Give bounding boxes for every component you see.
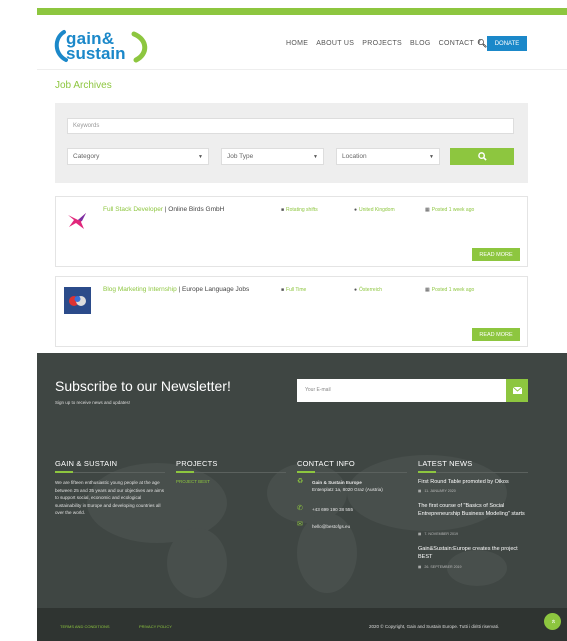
nav-home[interactable]: HOME [286, 40, 308, 47]
briefcase-icon: ■ [281, 287, 285, 293]
terms-link[interactable]: TERMS AND CONDITIONS [60, 624, 110, 629]
privacy-policy-link[interactable]: PRIVACY POLICY [139, 624, 172, 629]
news-item-title[interactable]: The first course of "Basics of Social En… [418, 502, 533, 518]
job-type: ■ Full Time [281, 287, 306, 293]
footer-divider [176, 471, 286, 473]
calendar-icon: ▦ [418, 532, 422, 536]
mail-icon: ✉ [297, 521, 303, 528]
footer-projects-heading: PROJECTS [176, 459, 218, 468]
nav-contact[interactable]: CONTACT [439, 40, 474, 47]
job-location: ● Österreich [354, 287, 382, 293]
search-button[interactable] [450, 148, 514, 165]
contact-email[interactable]: hello@bestofgs.eu [312, 523, 350, 530]
copyright-text: 2020 © Copyright, Gain and Sustain Europ… [369, 624, 500, 629]
job-location: ● United Kingdom [354, 207, 395, 213]
briefcase-icon: ■ [281, 207, 285, 213]
job-listing-card: Full Stack Developer | Online Birds GmbH… [55, 196, 528, 267]
nav-blog[interactable]: BLOG [410, 40, 431, 47]
read-more-button[interactable]: READ MORE [472, 328, 520, 341]
newsletter-subtitle: Sign up to receive news and updates! [55, 400, 131, 405]
job-posted: ▦ Posted 1 week ago [425, 207, 474, 213]
job-location-label: Österreich [359, 287, 383, 293]
contact-org-name: Gain & Sustain Europe [312, 480, 362, 485]
news-item-date-label: 11. JANUARY 2020 [424, 489, 456, 493]
news-item-date: ▦ 26. SEPTEMBER 2019 [418, 565, 462, 569]
job-title: Full Stack Developer | Online Birds GmbH [103, 206, 225, 213]
job-type-label: Rotating shifts [286, 207, 318, 213]
job-type-select[interactable]: Job Type ▼ [221, 148, 324, 165]
magnifier-icon [477, 152, 487, 161]
calendar-icon: ▦ [418, 489, 422, 493]
news-item-date: ▦ 7. NOVEMBER 2019 [418, 532, 458, 536]
footer-divider [418, 471, 528, 473]
nav-about-us[interactable]: ABOUT US [316, 40, 354, 47]
calendar-icon: ▦ [425, 287, 430, 293]
job-title-link[interactable]: Full Stack Developer [103, 206, 163, 213]
company-logo-bird-icon[interactable] [64, 207, 91, 234]
job-type-select-value: Job Type [227, 153, 254, 160]
footer-project-link[interactable]: PROJECT BEST [176, 479, 210, 484]
company-logo-flags-icon[interactable] [64, 287, 91, 314]
contact-address: Gain & Sustain Europe Entenplatz 1a, 802… [312, 479, 383, 493]
newsletter-submit-button[interactable] [506, 379, 528, 402]
newsletter-email-input[interactable]: Your E-mail [297, 379, 506, 402]
chevron-up-icon: « [549, 619, 556, 624]
keywords-input[interactable]: Keywords [67, 118, 514, 134]
footer-about-heading: GAIN & SUSTAIN [55, 459, 118, 468]
news-item-title[interactable]: Gain&Sustain:Europe creates the project … [418, 545, 533, 561]
job-title: Blog Marketing Internship | Europe Langu… [103, 286, 250, 293]
footer-news-heading: LATEST NEWS [418, 459, 473, 468]
job-listing-card: Blog Marketing Internship | Europe Langu… [55, 276, 528, 347]
job-search-panel: Keywords Category ▼ Job Type ▼ Location … [55, 103, 528, 183]
contact-address-line: Entenplatz 1a, 8020 Graz (Austria) [312, 487, 383, 492]
footer-divider [55, 471, 165, 473]
donate-button[interactable]: DONATE [487, 36, 527, 51]
search-icon[interactable]: 🔍︎ [477, 39, 487, 48]
job-type: ■ Rotating shifts [281, 207, 318, 213]
calendar-icon: ▦ [418, 565, 422, 569]
chevron-down-icon: ▼ [198, 154, 203, 160]
header-divider [37, 69, 567, 70]
envelope-icon [512, 387, 522, 394]
location-select[interactable]: Location ▼ [336, 148, 440, 165]
map-pin-icon: ● [354, 287, 358, 293]
job-type-label: Full Time [286, 287, 307, 293]
job-company: Online Birds GmbH [168, 206, 225, 213]
nav-projects[interactable]: PROJECTS [362, 40, 402, 47]
job-location-label: United Kingdom [359, 207, 395, 213]
page-title: Job Archives [55, 80, 112, 91]
newsletter-title: Subscribe to our Newsletter! [55, 378, 231, 394]
site-footer: Subscribe to our Newsletter! Sign up to … [37, 353, 567, 608]
job-posted-label: Posted 1 week ago [431, 287, 475, 293]
chevron-down-icon: ▼ [313, 154, 318, 160]
footer-divider [297, 471, 407, 473]
top-accent-bar [37, 8, 567, 15]
location-select-value: Location [342, 153, 367, 160]
read-more-button[interactable]: READ MORE [472, 248, 520, 261]
news-item-date-label: 7. NOVEMBER 2019 [424, 532, 458, 536]
news-item-date-label: 26. SEPTEMBER 2019 [424, 565, 462, 569]
site-logo[interactable]: gain& sustain [52, 24, 152, 64]
footer-bottom-bar: TERMS AND CONDITIONS PRIVACY POLICY 2020… [37, 608, 567, 641]
footer-contact-heading: CONTACT INFO [297, 459, 355, 468]
news-item-date: ▦ 11. JANUARY 2020 [418, 489, 456, 493]
main-nav: HOME ABOUT US PROJECTS BLOG CONTACT [286, 40, 474, 47]
phone-icon: ✆ [297, 505, 303, 512]
job-posted-label: Posted 1 week ago [431, 207, 475, 213]
job-posted: ▦ Posted 1 week ago [425, 287, 474, 293]
back-to-top-button[interactable]: « [544, 613, 561, 630]
recycle-icon: ♻ [297, 478, 304, 485]
news-item-title[interactable]: First Round Table promoted by Oikos [418, 478, 533, 486]
job-title-link[interactable]: Blog Marketing Internship [103, 286, 177, 293]
chevron-down-icon: ▼ [429, 154, 434, 160]
logo-text-line2: sustain [66, 44, 126, 63]
footer-about-text: We are fifteen enthusiastic young people… [55, 480, 165, 515]
map-pin-icon: ● [354, 207, 358, 213]
job-company: Europe Language Jobs [182, 286, 250, 293]
category-select-value: Category [73, 153, 100, 160]
calendar-icon: ▦ [425, 207, 430, 213]
contact-phone[interactable]: +43 699 190 38 555 [312, 506, 353, 513]
category-select[interactable]: Category ▼ [67, 148, 209, 165]
